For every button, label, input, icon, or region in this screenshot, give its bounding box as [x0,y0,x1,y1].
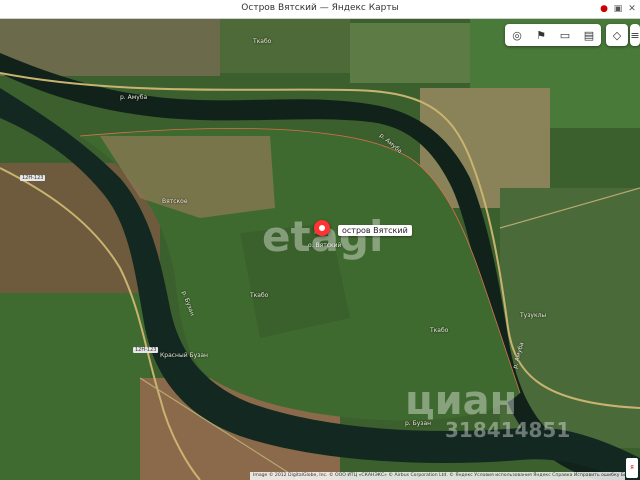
route-icon[interactable]: ◇ [606,24,628,46]
panorama-icon[interactable]: ⚑ [533,27,549,43]
photo-icon[interactable]: ▭ [557,27,573,43]
label-river-amuba: р. Амуба [120,94,148,101]
label-field: Ткабо [250,292,269,299]
place-marker[interactable] [314,220,330,236]
yandex-logo-icon[interactable]: Я [626,458,638,478]
map-toolbar: ◎ ⚑ ▭ ▤ [505,24,601,46]
label-village-krasny-buzan: Красный Бузан [160,352,208,359]
menu-icon[interactable]: ≡ [630,24,640,46]
label-village-tuzukly: Тузуклы [520,312,547,319]
label-field: Ткабо [253,38,272,45]
label-field: Ткабо [430,327,449,334]
farmland-top-right [350,23,470,83]
farmland-top [220,18,350,73]
transit-icon[interactable]: ▤ [581,27,597,43]
label-village-vyatskoe: Вятское [162,198,188,205]
close-icon[interactable]: ✕ [626,3,638,15]
layers-icon[interactable]: ◎ [509,27,525,43]
road-shield: 12Н-123 [20,175,46,181]
grass-bottom-left [0,293,150,480]
tab-icon[interactable]: ▣ [612,3,624,15]
window-title: Остров Вятский — Яндекс Карты [241,3,399,13]
place-name-label[interactable]: остров Вятский [338,225,412,236]
road-shield: 12Н-123 [133,347,159,353]
watermark-id-number: 318414851 [445,418,571,442]
yandex-icon[interactable]: ● [598,3,610,15]
window-titlebar: Остров Вятский — Яндекс Карты ● ▣ ✕ [0,0,640,19]
map-attribution: Image © 2012 DigitalGlobe, Inc. © ООО ИТ… [250,472,625,480]
